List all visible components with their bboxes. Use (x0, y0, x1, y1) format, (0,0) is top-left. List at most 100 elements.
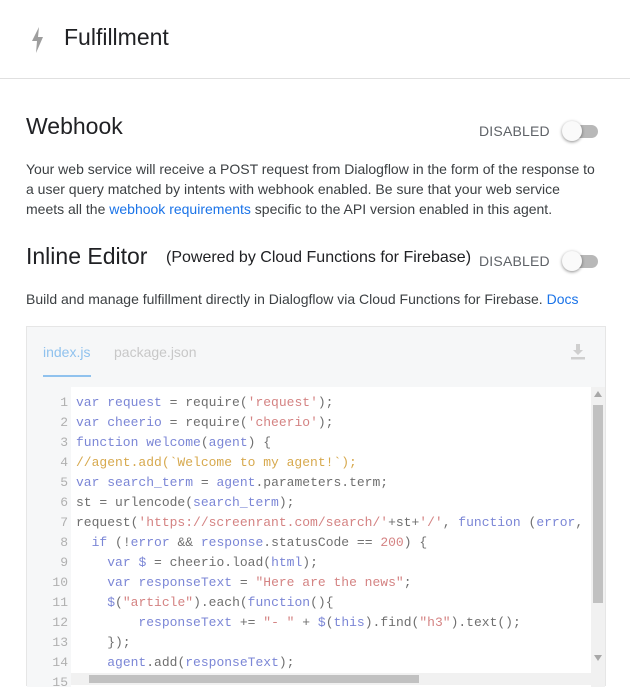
line-number: 3 (60, 435, 68, 450)
code-text: if (!error && response.statusCode == 200… (76, 533, 428, 553)
code-token: , r (575, 515, 591, 530)
line-number: 15 (52, 675, 68, 687)
scroll-down-icon[interactable] (594, 655, 602, 661)
code-token: ); (278, 655, 295, 670)
lightning-bolt-icon (32, 27, 43, 53)
inline-editor-description-text: Build and manage fulfillment directly in… (26, 291, 547, 307)
code-token: var (76, 415, 108, 430)
code-text: $("article").each(function(){ (76, 593, 333, 613)
code-token: .add( (146, 655, 186, 670)
inline-editor-title: Inline Editor (26, 243, 148, 269)
code-token: var (107, 575, 139, 590)
inline-editor-status: DISABLED (479, 253, 550, 269)
code-token: ( (200, 435, 209, 450)
code-token: (! (115, 535, 131, 550)
line-number: 5 (60, 475, 68, 490)
code-token: function (247, 595, 311, 610)
code-token: agent (107, 655, 147, 670)
code-line: 12 responseText += "- " + $(this).find("… (27, 613, 591, 633)
toggle-knob (562, 121, 582, 141)
line-number: 7 (60, 515, 68, 530)
code-token: request( (76, 515, 139, 530)
vertical-scrollbar[interactable] (591, 387, 605, 687)
line-number: 6 (60, 495, 68, 510)
code-token: $ (317, 615, 326, 630)
webhook-toggle[interactable] (562, 120, 598, 141)
toggle-knob (562, 251, 582, 271)
code-line: 2 var cheerio = require('cheerio'); (27, 413, 591, 433)
code-text: st = urlencode(search_term); (76, 493, 294, 513)
code-token: //agent.add(`Welcome to my agent!`); (76, 455, 357, 470)
line-number: 1 (60, 395, 68, 410)
code-token: function (458, 515, 529, 530)
code-token: error (536, 515, 576, 530)
code-token: response (200, 535, 264, 550)
docs-link[interactable]: Docs (547, 291, 579, 307)
tab-index-js[interactable]: index.js (43, 344, 90, 360)
code-editor-panel: index.js package.json 1 var request = req… (26, 326, 606, 687)
code-token: st = urlencode( (76, 495, 194, 510)
line-number: 2 (60, 415, 68, 430)
code-token: $ (107, 595, 116, 610)
code-token: + (294, 615, 318, 630)
horizontal-scrollbar[interactable] (71, 673, 591, 685)
code-token: && (169, 535, 201, 550)
code-token: = require( (161, 415, 248, 430)
code-line: 4 //agent.add(`Welcome to my agent!`); (27, 453, 591, 473)
code-token: ); (317, 395, 334, 410)
code-text: //agent.add(`Welcome to my agent!`); (76, 453, 357, 473)
code-token: search_term (107, 475, 194, 490)
code-line: 10 var responseText = "Here are the news… (27, 573, 591, 593)
code-line: 1 var request = require('request'); (27, 393, 591, 413)
inline-editor-description: Build and manage fulfillment directly in… (26, 289, 601, 309)
code-token: 'request' (247, 395, 318, 410)
line-number: 13 (52, 635, 68, 650)
line-number: 4 (60, 455, 68, 470)
code-token: = require( (161, 395, 248, 410)
code-text: var search_term = agent.parameters.term; (76, 473, 388, 493)
code-token: , (442, 515, 459, 530)
page-header: Fulfillment (0, 0, 630, 79)
code-line: 14 agent.add(responseText); (27, 653, 591, 673)
code-area[interactable]: 1 var request = require('request'); 2 var c… (27, 387, 591, 687)
code-line: 3 function welcome(agent) { (27, 433, 591, 453)
scrollbar-thumb[interactable] (593, 405, 603, 603)
code-token: agent (208, 435, 248, 450)
code-token: responseText (138, 615, 233, 630)
code-token: 200 (380, 535, 404, 550)
webhook-requirements-link[interactable]: webhook requirements (109, 201, 251, 217)
inline-editor-toggle[interactable] (562, 250, 598, 271)
code-token: responseText (138, 575, 233, 590)
code-text: var $ = cheerio.load(html); (76, 553, 318, 573)
code-line: 9 var $ = cheerio.load(html); (27, 553, 591, 573)
code-token: function (76, 435, 147, 450)
tab-package-json[interactable]: package.json (114, 344, 197, 360)
download-icon[interactable] (569, 343, 587, 361)
code-token: ); (278, 495, 295, 510)
code-text: }); (76, 633, 131, 653)
scrollbar-thumb[interactable] (89, 675, 419, 683)
code-token: ) { (247, 435, 272, 450)
code-token: "- " (263, 615, 295, 630)
code-token: +st+ (388, 515, 420, 530)
code-token: 'https://screenrant.com/search/' (138, 515, 389, 530)
code-token: }); (76, 635, 131, 650)
line-number: 9 (60, 555, 68, 570)
code-token: this (333, 615, 365, 630)
code-text: responseText += "- " + $(this).find("h3"… (76, 613, 520, 633)
code-token: ( (115, 595, 123, 610)
code-token: '/' (419, 515, 443, 530)
webhook-title: Webhook (26, 113, 123, 139)
code-line: 5 var search_term = agent.parameters.term… (27, 473, 591, 493)
line-number: 10 (52, 575, 68, 590)
scroll-up-icon[interactable] (594, 391, 602, 397)
code-text: var request = require('request'); (76, 393, 333, 413)
code-token: 'cheerio' (247, 415, 318, 430)
code-token: ).find( (364, 615, 420, 630)
code-token: if (91, 535, 116, 550)
code-line: 11 $("article").each(function(){ (27, 593, 591, 613)
